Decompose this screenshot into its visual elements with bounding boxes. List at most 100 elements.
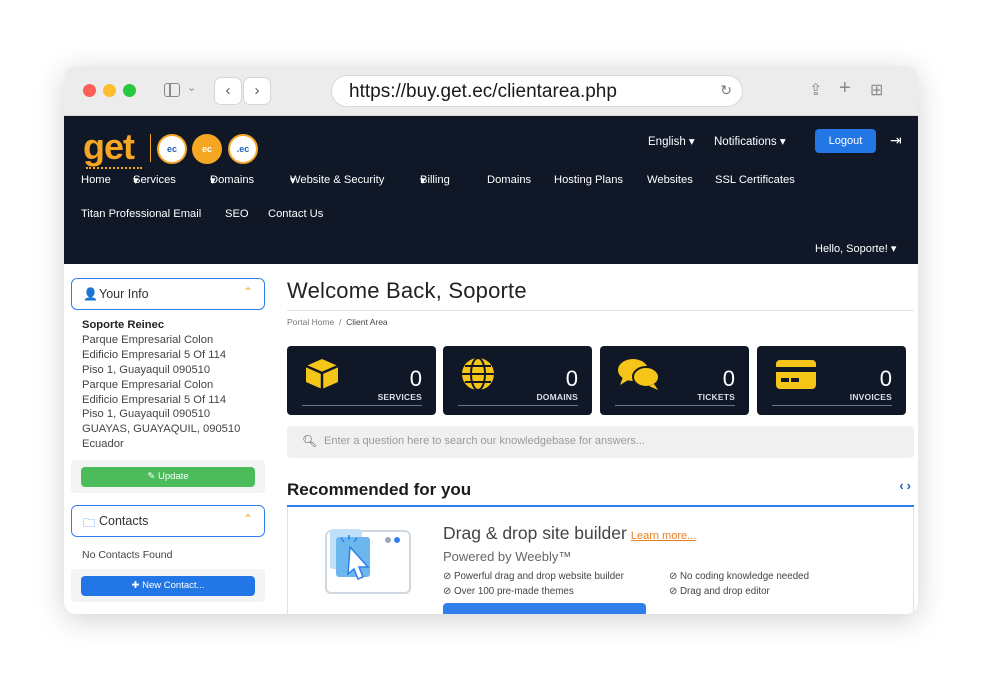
contacts-title: Contacts <box>99 514 149 529</box>
tile-divider <box>458 405 578 406</box>
nav-hosting-plans[interactable]: Hosting Plans <box>554 174 623 186</box>
nav-home[interactable]: Home <box>81 174 111 186</box>
page-title: Welcome Back, Soporte <box>287 278 527 303</box>
feature-text: No coding knowledge needed <box>679 571 810 582</box>
contacts-header[interactable]: 🗀 Contacts ⌃ <box>71 505 265 538</box>
nav-services-label: Services <box>133 174 176 186</box>
domains-label: DOMAINS <box>536 392 578 402</box>
language-dropdown[interactable]: English ▾ <box>648 134 695 148</box>
feature-item: ⊘ Over 100 pre-made themes <box>443 586 574 597</box>
user-menu[interactable]: Hello, Soporte! ▾ <box>815 242 896 255</box>
chevron-right-icon[interactable]: › <box>907 478 914 493</box>
tile-services[interactable]: 0 SERVICES <box>287 346 436 415</box>
browser-window: ⌄ ‹ › https://buy.get.ec/clientarea.php … <box>64 66 918 614</box>
address-line: Ecuador <box>82 438 124 451</box>
logo-divider <box>150 134 151 162</box>
tile-divider <box>772 405 892 406</box>
reco-heading: Drag & drop site builder Learn more... <box>443 523 696 544</box>
address-line: Edificio Empresarial 5 Of 114 <box>82 393 227 406</box>
user-icon: 👤 <box>83 287 98 301</box>
nav-titan-email[interactable]: Titan Professional Email <box>81 208 201 220</box>
feature-item: ⊘ Powerful drag and drop website builder <box>443 571 624 582</box>
cube-icon <box>305 359 339 389</box>
new-contact-button[interactable]: ✚ New Contact... <box>81 576 255 597</box>
tile-invoices[interactable]: 0 INVOICES <box>757 346 906 415</box>
forward-button[interactable]: › <box>244 78 270 104</box>
nav-websites[interactable]: Websites <box>647 174 693 186</box>
caret-down-icon: ▾ <box>779 136 786 148</box>
sidebar-icon[interactable] <box>164 83 180 97</box>
badge-ec-2: ec <box>192 134 222 164</box>
carousel-controls: ‹› <box>899 478 914 493</box>
caret-down-icon: ▾ <box>890 243 897 255</box>
tile-domains[interactable]: 0 DOMAINS <box>443 346 592 415</box>
chevron-down-icon[interactable]: ⌄ <box>187 81 196 94</box>
breadcrumb: Portal Home / Client Area <box>287 317 914 327</box>
chevron-left-icon[interactable]: ‹ <box>899 478 906 493</box>
url-text: https://buy.get.ec/clientarea.php <box>349 81 617 102</box>
learn-more-link[interactable]: Learn more... <box>631 530 696 542</box>
close-window-button[interactable] <box>83 84 96 97</box>
chevron-up-icon[interactable]: ⌃ <box>243 512 253 526</box>
chevron-up-icon[interactable]: ⌃ <box>243 285 253 299</box>
back-button[interactable]: ‹ <box>215 78 241 104</box>
no-contacts-text: No Contacts Found <box>82 549 173 562</box>
reload-icon[interactable]: ↻ <box>720 82 732 99</box>
address-line: GUAYAS, GUAYAQUIL, 090510 <box>82 423 241 436</box>
nav-website-security-label: Website & Security <box>290 174 385 186</box>
feature-item: ⊘ Drag and drop editor <box>669 586 770 597</box>
folder-icon: 🗀 <box>83 516 96 531</box>
caret-down-icon: ▾ <box>290 175 296 187</box>
reco-heading-text: Drag & drop site builder <box>443 523 627 543</box>
stat-tiles: 0 SERVICES 0 DOMAINS 0 TICKETS 0 INVOICE… <box>287 346 914 416</box>
breadcrumb-home[interactable]: Portal Home <box>287 317 334 327</box>
minimize-window-button[interactable] <box>103 84 116 97</box>
address-line: Parque Empresarial Colon <box>82 378 214 391</box>
invoices-label: INVOICES <box>849 392 892 402</box>
badge-ec-3: .ec <box>228 134 258 164</box>
address-line: Edificio Empresarial 5 Of 114 <box>82 348 227 361</box>
address-bar[interactable]: https://buy.get.ec/clientarea.php ↻ <box>332 76 742 106</box>
tile-tickets[interactable]: 0 TICKETS <box>600 346 749 415</box>
feature-text: Over 100 pre-made themes <box>453 586 574 597</box>
logo[interactable]: get <box>83 126 135 168</box>
invoices-count: 0 <box>879 366 892 391</box>
services-label: SERVICES <box>377 392 422 402</box>
share-icon[interactable]: ⇪ <box>809 80 822 100</box>
get-started-button[interactable] <box>443 603 646 614</box>
globe-icon <box>462 357 494 391</box>
services-count: 0 <box>409 366 422 391</box>
logout-button[interactable]: Logout <box>815 129 876 153</box>
your-info-header[interactable]: 👤 Your Info ⌃ <box>71 278 265 310</box>
zoom-window-button[interactable] <box>123 84 136 97</box>
comments-icon <box>618 359 660 390</box>
nav-seo[interactable]: SEO <box>225 208 249 220</box>
new-tab-icon[interactable]: + <box>839 77 851 100</box>
tab-overview-icon[interactable]: ⊞ <box>870 80 883 100</box>
nav-contact-us[interactable]: Contact Us <box>268 208 323 220</box>
search-placeholder: Enter a question here to search our know… <box>324 435 646 447</box>
address-line: Piso 1, Guayaquil 090510 <box>82 363 211 376</box>
client-name: Soporte Reinec <box>82 319 165 331</box>
left-sidebar: 👤 Your Info ⌃ Soporte Reinec Parque Empr… <box>71 278 265 603</box>
sign-out-icon[interactable]: ⇥ <box>890 132 902 149</box>
notifications-dropdown[interactable]: Notifications ▾ <box>714 134 786 148</box>
nav-ssl-certificates[interactable]: SSL Certificates <box>715 174 795 186</box>
breadcrumb-separator: / <box>336 317 347 327</box>
site-header: get ec ec .ec English ▾ Notifications ▾ … <box>64 116 918 264</box>
knowledgebase-search[interactable]: 🔍︎ Enter a question here to search our k… <box>287 426 914 458</box>
feature-text: Powerful drag and drop website builder <box>453 571 624 582</box>
logo-underline <box>86 167 142 170</box>
your-info-body: Soporte Reinec Parque Empresarial Colon … <box>71 310 265 452</box>
title-divider <box>287 310 914 311</box>
check-circle-icon: ⊘ <box>443 586 452 597</box>
nav-domains[interactable]: Domains <box>487 174 531 186</box>
your-info-footer: ✎ Update <box>71 460 265 494</box>
search-icon: 🔍︎ <box>302 434 318 448</box>
nav-domains-label: Domains <box>210 174 255 186</box>
powered-by: Powered by Weebly™ <box>443 549 572 564</box>
badge-ec-1: ec <box>157 134 187 164</box>
update-button[interactable]: ✎ Update <box>81 467 255 488</box>
recommended-title: Recommended for you <box>287 480 472 499</box>
browser-toolbar: ⌄ ‹ › https://buy.get.ec/clientarea.php … <box>64 66 918 116</box>
